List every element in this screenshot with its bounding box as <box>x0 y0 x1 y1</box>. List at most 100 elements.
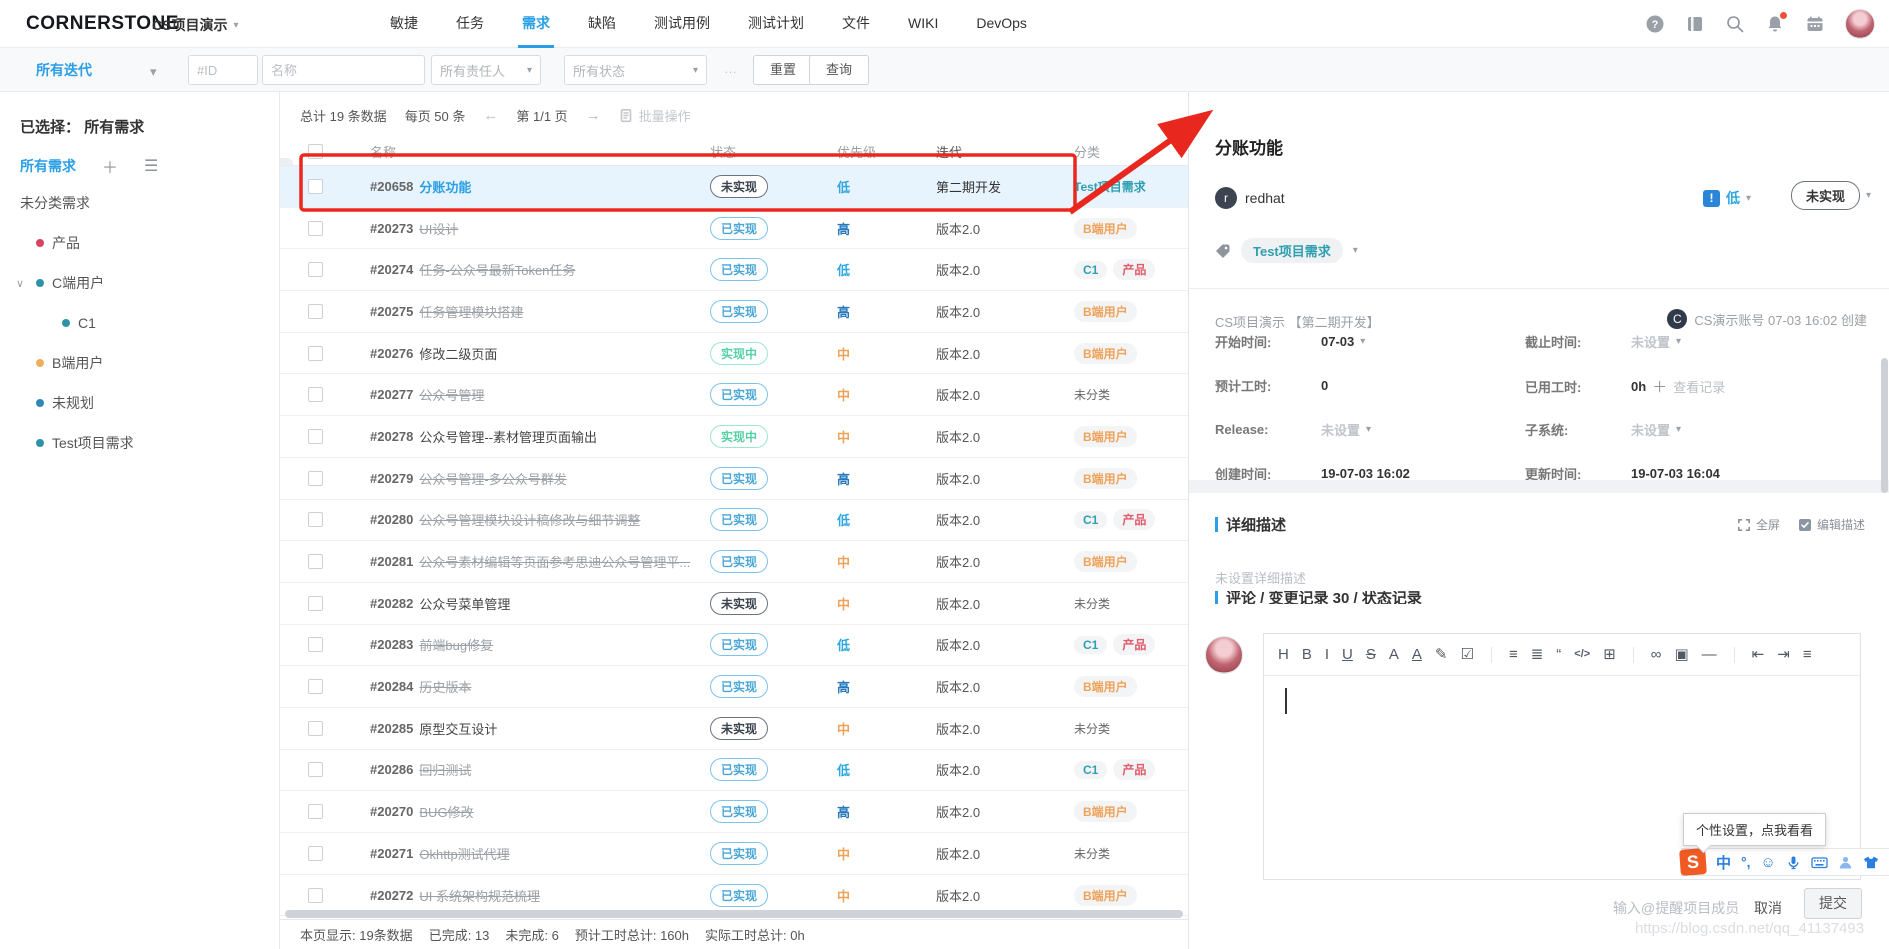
nav-tab-task[interactable]: 任务 <box>456 0 484 48</box>
image-icon[interactable]: ▣ <box>1674 647 1688 662</box>
row-checkbox[interactable] <box>308 804 323 819</box>
select-all-checkbox[interactable] <box>308 144 323 159</box>
bold-icon[interactable]: B <box>1302 647 1312 662</box>
edit-description-button[interactable]: 编辑描述 <box>1798 516 1865 533</box>
iteration-filter[interactable]: 所有迭代 <box>36 60 92 80</box>
table-row[interactable]: #20277公众号管理已实现中版本2.0未分类 <box>280 374 1188 416</box>
table-row[interactable]: #20279公众号管理-多公众号群发已实现高版本2.0B端用户 <box>280 458 1188 500</box>
chevron-down-icon[interactable]: ▾ <box>1366 424 1371 435</box>
next-page-icon[interactable]: → <box>586 107 601 124</box>
fullscreen-button[interactable]: 全屏 <box>1737 516 1780 533</box>
row-checkbox[interactable] <box>308 888 323 903</box>
row-checkbox[interactable] <box>308 387 323 402</box>
row-checkbox[interactable] <box>308 304 323 319</box>
strikethrough-icon[interactable]: S <box>1366 647 1376 662</box>
sidebar-item-6[interactable]: 未规划 <box>0 388 279 418</box>
batch-operation-button[interactable]: 批量操作 <box>619 106 691 125</box>
help-icon[interactable]: ? <box>1645 14 1665 34</box>
row-checkbox[interactable] <box>308 762 323 777</box>
row-checkbox[interactable] <box>308 637 323 652</box>
nav-tab-requirement[interactable]: 需求 <box>522 0 550 48</box>
table-row[interactable]: #20658分账功能未实现低第二期开发Test项目需求 <box>280 166 1188 208</box>
table-row[interactable]: #20283前端bug修复已实现低版本2.0C1产品 <box>280 625 1188 667</box>
align-icon[interactable]: ≡ <box>1803 647 1812 662</box>
nav-tab-file[interactable]: 文件 <box>842 0 870 48</box>
table-row[interactable]: #20284历史版本已实现高版本2.0B端用户 <box>280 666 1188 708</box>
table-row[interactable]: #20270BUG修改已实现高版本2.0B端用户 <box>280 791 1188 833</box>
chevron-down-icon[interactable]: ▾ <box>1676 336 1681 347</box>
priority-dropdown[interactable]: ! 低 ▾ <box>1703 188 1751 208</box>
table-row[interactable]: #20282公众号菜单管理未实现中版本2.0未分类 <box>280 583 1188 625</box>
emoji-icon[interactable]: ☺ <box>1761 854 1776 871</box>
sidebar-item-all-requirements[interactable]: 所有需求 <box>20 156 76 176</box>
sidebar-item-1[interactable]: 未分类需求 <box>0 188 279 218</box>
status-dropdown[interactable]: 未实现 ▾ <box>1791 181 1871 210</box>
row-checkbox[interactable] <box>308 846 323 861</box>
row-checkbox[interactable] <box>308 429 323 444</box>
category-tag-row[interactable]: Test项目需求 ▾ <box>1215 238 1358 263</box>
table-row[interactable]: #20276修改二级页面实现中中版本2.0B端用户 <box>280 333 1188 375</box>
list-view-icon[interactable]: ☰ <box>144 156 158 176</box>
field-value[interactable]: 07-03 <box>1321 334 1354 349</box>
sidebar-item-5[interactable]: B端用户 <box>0 348 279 378</box>
chevron-down-icon[interactable]: ▾ <box>1360 336 1365 347</box>
table-row[interactable]: #20273UI设计已实现高版本2.0B端用户 <box>280 208 1188 250</box>
user-avatar[interactable] <box>1845 9 1875 39</box>
divider-icon[interactable]: — <box>1702 647 1717 662</box>
font-color-icon[interactable]: A <box>1412 647 1422 662</box>
add-worklog-icon[interactable]: ＋ <box>1652 376 1667 397</box>
table-row[interactable]: #20280公众号管理模块设计稿修改与细节调整已实现低版本2.0C1产品 <box>280 500 1188 542</box>
more-filters-button[interactable]: … <box>724 61 739 76</box>
outdent-icon[interactable]: ⇤ <box>1752 647 1765 662</box>
prev-page-icon[interactable]: ← <box>483 107 498 124</box>
nav-tab-devops[interactable]: DevOps <box>976 0 1027 48</box>
table-row[interactable]: #20271Okhttp测试代理已实现中版本2.0未分类 <box>280 833 1188 875</box>
unordered-list-icon[interactable]: ≣ <box>1531 647 1544 662</box>
user-icon[interactable] <box>1838 855 1853 870</box>
reset-button[interactable]: 重置 <box>753 55 813 85</box>
quote-icon[interactable]: “ <box>1556 647 1561 662</box>
add-category-icon[interactable]: ＋ <box>102 154 118 178</box>
ime-tooltip[interactable]: 个性设置，点我看看 <box>1683 813 1826 846</box>
row-checkbox[interactable] <box>308 221 323 236</box>
table-row[interactable]: #20286回归测试已实现低版本2.0C1产品 <box>280 750 1188 792</box>
task-list-icon[interactable]: ☑ <box>1461 647 1474 662</box>
chinese-mode-icon[interactable]: 中 <box>1716 852 1731 873</box>
name-filter-input[interactable] <box>262 55 425 85</box>
indent-icon[interactable]: ⇥ <box>1777 647 1790 662</box>
highlight-icon[interactable]: ✎ <box>1435 647 1448 662</box>
book-icon[interactable] <box>1685 14 1705 34</box>
field-value[interactable]: 未设置 <box>1321 420 1360 439</box>
cancel-button[interactable]: 取消 <box>1754 898 1782 918</box>
row-checkbox[interactable] <box>308 721 323 736</box>
calendar-icon[interactable] <box>1805 14 1825 34</box>
table-row[interactable]: #20278公众号管理--素材管理页面输出实现中中版本2.0B端用户 <box>280 416 1188 458</box>
table-row[interactable]: #20281公众号素材编辑等页面参考思迪公众号管理平...已实现中版本2.0B端… <box>280 541 1188 583</box>
sidebar-item-3[interactable]: ∨C端用户 <box>0 268 279 298</box>
heading-icon[interactable]: H <box>1278 647 1289 662</box>
nav-tab-defect[interactable]: 缺陷 <box>588 0 616 48</box>
punctuation-icon[interactable]: °, <box>1741 854 1751 870</box>
row-checkbox[interactable] <box>308 471 323 486</box>
horizontal-scrollbar[interactable] <box>285 910 1183 918</box>
nav-tab-wiki[interactable]: WIKI <box>908 0 938 48</box>
skin-icon[interactable] <box>1863 855 1879 870</box>
vertical-scrollbar[interactable] <box>1881 358 1888 493</box>
assignee-row[interactable]: r redhat <box>1215 187 1285 209</box>
voice-icon[interactable] <box>1786 855 1801 870</box>
bell-icon[interactable] <box>1765 14 1785 34</box>
row-checkbox[interactable] <box>308 554 323 569</box>
view-records-link[interactable]: 查看记录 <box>1673 377 1725 396</box>
nav-tab-testplan[interactable]: 测试计划 <box>748 0 804 48</box>
italic-icon[interactable]: I <box>1325 647 1329 662</box>
id-filter-input[interactable] <box>188 55 258 85</box>
search-icon[interactable] <box>1725 14 1745 34</box>
chevron-down-icon[interactable]: ▾ <box>1676 424 1681 435</box>
row-checkbox[interactable] <box>308 179 323 194</box>
table-row[interactable]: #20275任务管理模块搭建已实现高版本2.0B端用户 <box>280 291 1188 333</box>
nav-tab-testcase[interactable]: 测试用例 <box>654 0 710 48</box>
query-button[interactable]: 查询 <box>809 55 869 85</box>
chevron-down-icon[interactable]: ∨ <box>16 277 28 290</box>
status-filter-select[interactable]: 所有状态▾ <box>564 55 707 85</box>
ordered-list-icon[interactable]: ≡ <box>1509 647 1518 662</box>
